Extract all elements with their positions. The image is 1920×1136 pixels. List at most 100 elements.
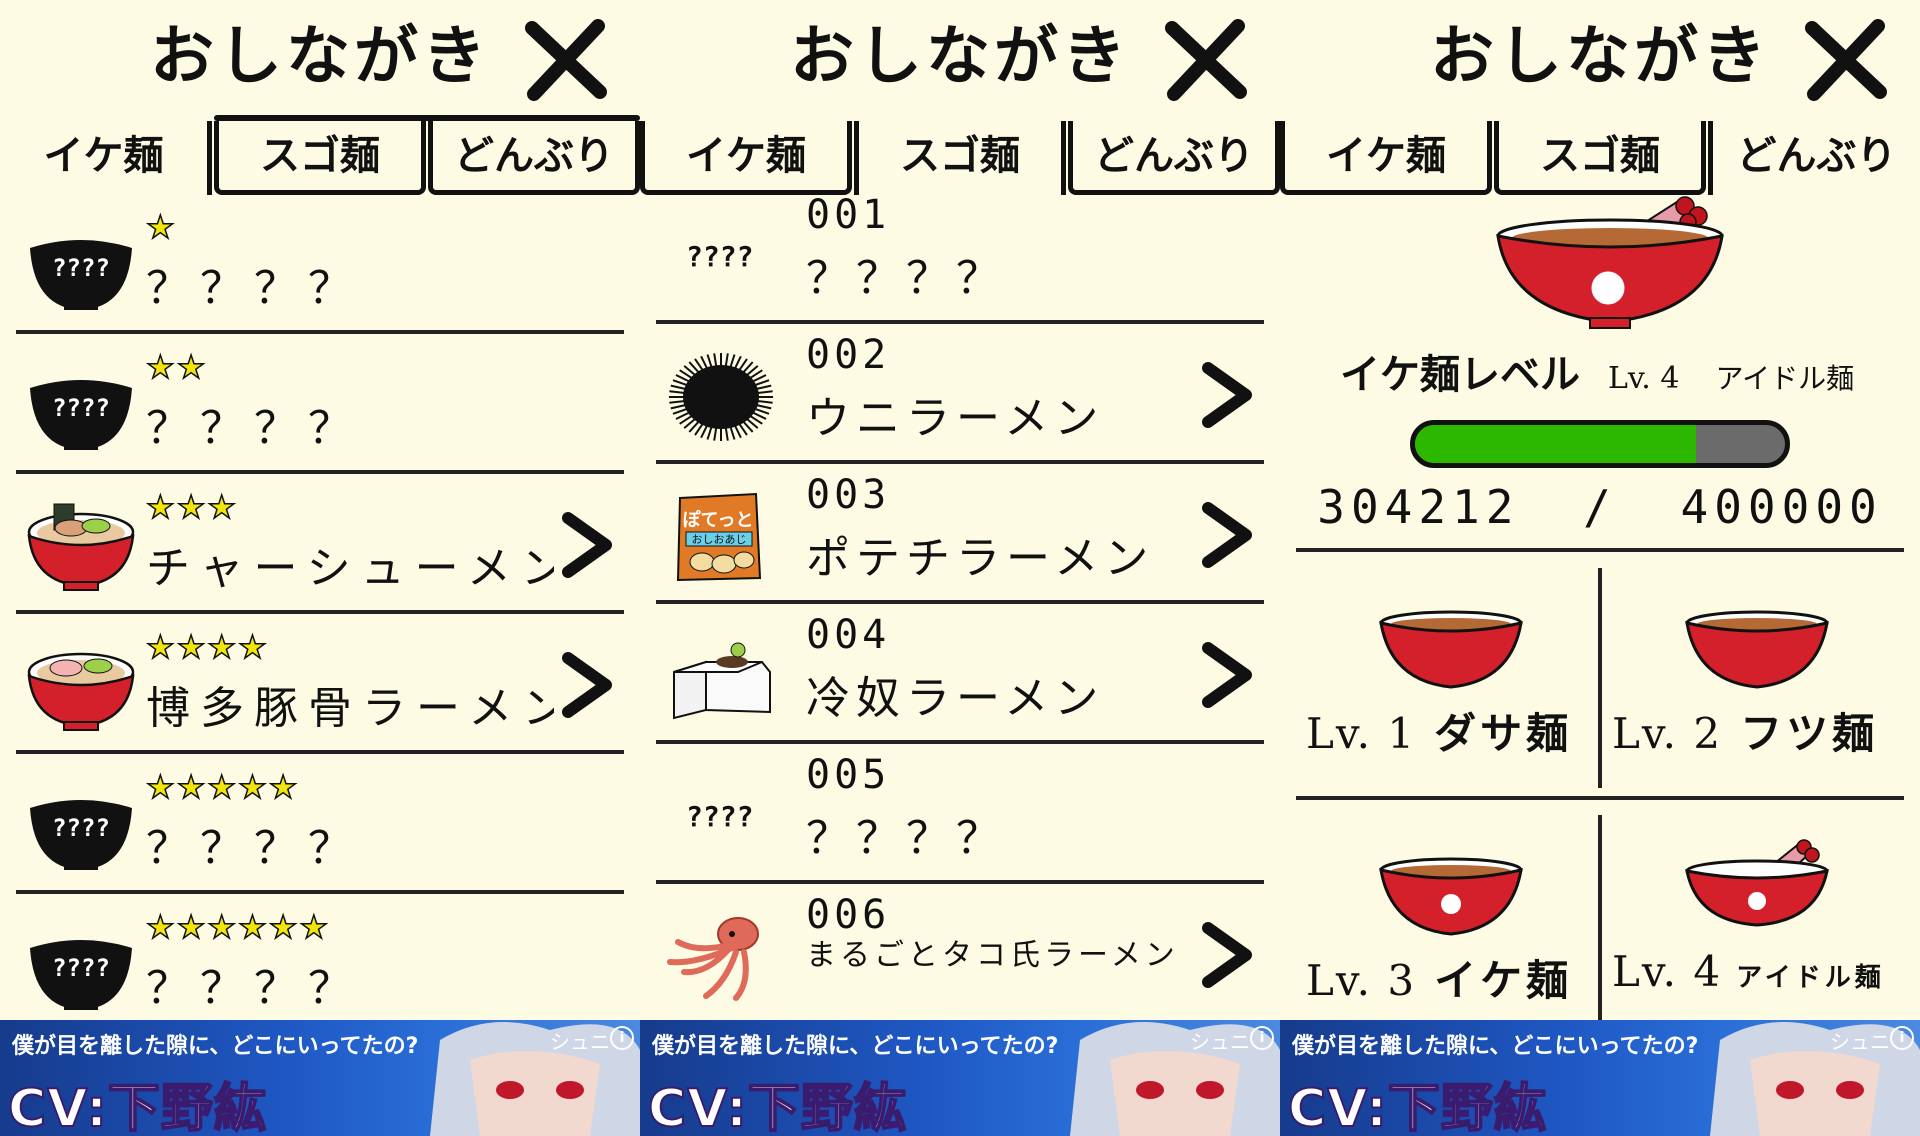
unknown-bowl-icon: ???? [30, 800, 132, 870]
list-item[interactable]: ???? ★ ？？？？ [16, 200, 624, 334]
item-number: 005 [806, 752, 891, 798]
rating-stars: ★★ [145, 347, 208, 387]
plain-bowl-icon [1685, 610, 1829, 689]
level-label: Lv. 4 [1612, 947, 1723, 996]
chevron-right-icon [1202, 362, 1252, 428]
level-card-1[interactable]: Lv. 1 ダサ麺 [1296, 565, 1596, 795]
list-item[interactable]: ???? 005 ？？？？ [656, 750, 1264, 884]
level-card-3[interactable]: Lv. 3 イケ麺 [1296, 812, 1596, 1020]
menu-screen-sugomen: おしながき イケ麺 スゴ麺 どんぶり ???? 001？？？？ 002 ウニラーメンぽ… [640, 0, 1280, 1020]
level-name: イケ麺 [1434, 956, 1573, 1005]
tab-sugomen[interactable]: スゴ麺 [214, 121, 426, 195]
ad-banner[interactable]: 僕が目を離した隙に、どこにいってたの? CV:下野紘 シュニ i [640, 1020, 1280, 1136]
item-name: ？？？？ [146, 403, 362, 454]
close-button[interactable] [1160, 14, 1250, 104]
detail-chevron-button[interactable] [560, 650, 614, 720]
sea-urchin-icon [669, 353, 773, 441]
list-item[interactable]: 004 冷奴ラーメン [656, 610, 1264, 744]
svg-text:????: ???? [52, 394, 110, 422]
menu-screen-ikemen: おしながき イケ麺 スゴ麺 どんぶり ???? ★？？？？???? ★★？？？？ ★★… [0, 0, 640, 1020]
tab-donburi[interactable]: どんぶり [1068, 121, 1280, 195]
tab-bar: イケ麺 スゴ麺 どんぶり [0, 115, 640, 195]
level-name: アイドル麺 [1715, 362, 1855, 395]
tab-donburi[interactable]: どんぶり [1708, 121, 1920, 195]
tab-donburi[interactable]: どんぶり [428, 121, 640, 195]
item-number: 001 [806, 192, 891, 238]
list-item[interactable]: ???? ★★ ？？？？ [16, 340, 624, 474]
item-thumbnail [26, 642, 136, 732]
ramen-bowl-chashu-icon [27, 503, 135, 591]
item-thumbnail: ぽてっと おしおあじ [666, 492, 776, 582]
tab-ikemen[interactable]: イケ麺 [0, 121, 212, 195]
ad-cv-text: CV:下野紘 [7, 1078, 267, 1136]
item-name: ？？？？ [146, 263, 362, 314]
level-status: イケ麺レベル Lv. 4 アイドル麺 [1340, 340, 1900, 410]
xp-max: 400000 [1680, 480, 1883, 534]
item-name: 博多豚骨ラーメン [146, 683, 554, 734]
unknown-bowl-icon: ???? [30, 240, 132, 310]
tab-divider [214, 115, 640, 121]
detail-chevron-button[interactable] [1200, 360, 1254, 430]
list-item[interactable]: ぽてっと おしおあじ 003 ポテチラーメン [656, 470, 1264, 604]
item-number: 004 [806, 612, 891, 658]
ad-info-button[interactable]: i [1250, 1026, 1274, 1050]
ad-tagline: 僕が目を離した隙に、どこにいってたの? [12, 1034, 419, 1059]
rating-stars: ★ [145, 207, 177, 247]
sugomen-list: ???? 001 ？？？？ 002 ウニラーメン ぽてっと おしおあじ 003 ポテチラーメン 0… [640, 190, 1280, 1020]
rating-stars: ★★★★ [145, 627, 269, 667]
level-label: Lv. 2 [1612, 709, 1723, 758]
close-button[interactable] [1800, 14, 1890, 104]
list-item[interactable]: 006 まるごとタコ氏ラーメン [656, 890, 1264, 1020]
ad-info-button[interactable]: i [610, 1026, 634, 1050]
rating-stars: ★★★★★ [145, 767, 300, 807]
list-item[interactable]: ★★★★ 博多豚骨ラーメン [16, 620, 624, 754]
chevron-right-icon [1202, 922, 1252, 988]
unknown-bowl-icon: ???? [30, 380, 132, 450]
unknown-bowl-icon: ???? [30, 940, 132, 1010]
tab-ikemen[interactable]: イケ麺 [1280, 121, 1492, 195]
ikemen-list: ???? ★ ？？？？???? ★★ ？？？？ ★★★ チャーシューメン ★★★★ 博多豚骨ラー… [0, 200, 640, 1020]
detail-chevron-button[interactable] [560, 510, 614, 580]
item-thumbnail [26, 502, 136, 592]
tab-sugomen[interactable]: スゴ麺 [1494, 121, 1706, 195]
list-item[interactable]: ???? ★★★★★ ？？？？ [16, 760, 624, 894]
tab-bar: イケ麺 スゴ麺 どんぶり [640, 115, 1280, 195]
unknown-thumbnail: ???? [686, 240, 754, 273]
ad-banner[interactable]: 僕が目を離した隙に、どこにいってたの? CV:下野紘 シュニ i [0, 1020, 640, 1136]
item-thumbnail [666, 912, 776, 1002]
item-thumbnail: ???? [26, 362, 136, 452]
chevron-right-icon [562, 512, 612, 578]
list-item[interactable]: 002 ウニラーメン [656, 330, 1264, 464]
potato-chips-bag-icon: ぽてっとおしおあじ [676, 492, 762, 582]
xp-progress-fill [1415, 425, 1697, 463]
tab-bar: イケ麺 スゴ麺 どんぶり [1280, 115, 1920, 195]
tofu-icon [673, 642, 771, 720]
close-button[interactable] [520, 14, 610, 104]
list-item[interactable]: ???? 001 ？？？？ [656, 190, 1264, 324]
list-item[interactable]: ★★★ チャーシューメン [16, 480, 624, 614]
divider [1296, 796, 1904, 800]
ad-banner[interactable]: 僕が目を離した隙に、どこにいってたの? CV:下野紘 シュニ i [1280, 1020, 1920, 1136]
item-thumbnail [666, 632, 776, 722]
chevron-right-icon [562, 652, 612, 718]
xp-readout: 304212 / 400000 [1280, 480, 1920, 540]
ad-info-button[interactable]: i [1890, 1026, 1914, 1050]
detail-chevron-button[interactable] [1200, 500, 1254, 570]
close-icon [525, 19, 607, 101]
detail-chevron-button[interactable] [1200, 640, 1254, 710]
detail-chevron-button[interactable] [1200, 920, 1254, 990]
level-card-2[interactable]: Lv. 2 フツ麺 [1602, 565, 1902, 795]
patterned-bowl-icon [1379, 857, 1523, 936]
tab-ikemen[interactable]: イケ麺 [640, 121, 852, 195]
octopus-icon [667, 917, 759, 1001]
level-name: フツ麺 [1740, 709, 1879, 758]
list-item[interactable]: ???? ★★★★★★ ？？？？ [16, 900, 624, 1020]
ad-tagline: 僕が目を離した隙に、どこにいってたの? [652, 1034, 1059, 1059]
chevron-right-icon [1202, 642, 1252, 708]
ad-banner-strip: 僕が目を離した隙に、どこにいってたの? CV:下野紘 シュニ i 僕が目を離した… [0, 1020, 1920, 1136]
tab-sugomen[interactable]: スゴ麺 [854, 121, 1066, 195]
svg-text:????: ???? [52, 814, 110, 842]
level-card-4[interactable]: Lv. 4 アイドル麺 [1602, 812, 1902, 1020]
item-name: ？？？？ [146, 823, 362, 874]
item-name: 冷奴ラーメン [806, 673, 1105, 724]
